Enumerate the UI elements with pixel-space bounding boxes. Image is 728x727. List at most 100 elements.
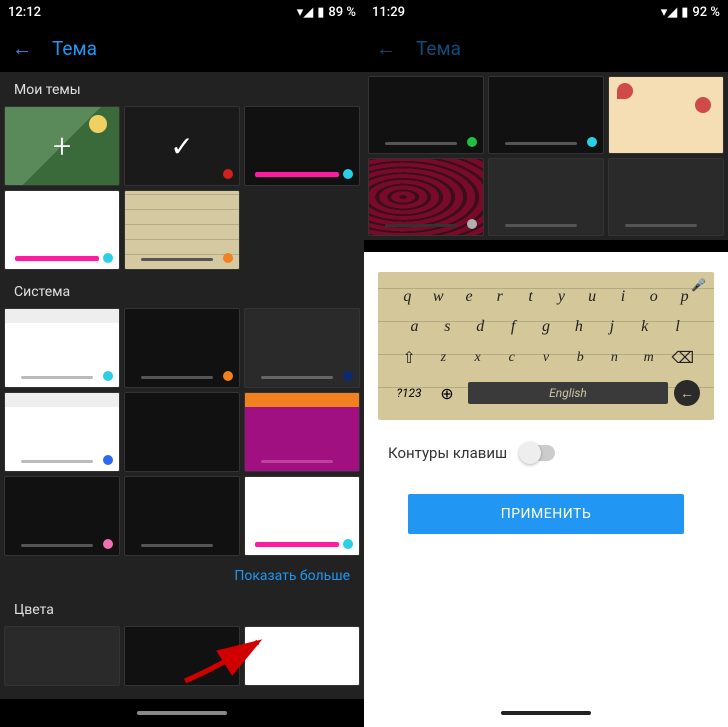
top-strip bbox=[5, 393, 119, 407]
accent-dot bbox=[103, 539, 113, 549]
section-my-themes: Мои темы bbox=[0, 72, 364, 106]
section-system: Система bbox=[0, 274, 364, 308]
accent-dot bbox=[223, 371, 233, 381]
key-o: o bbox=[638, 288, 669, 306]
battery-text: 92 % bbox=[692, 5, 720, 20]
accent-dot bbox=[223, 169, 233, 179]
theme-tile[interactable] bbox=[124, 190, 240, 270]
theme-tile-empty bbox=[244, 190, 360, 270]
battery-icon: ▮ bbox=[681, 5, 688, 20]
theme-grid-dimmed bbox=[364, 72, 728, 240]
back-icon[interactable]: ← bbox=[376, 36, 396, 61]
key-d: d bbox=[464, 318, 497, 336]
show-more-link[interactable]: Показать больше bbox=[0, 560, 364, 592]
theme-tile[interactable] bbox=[244, 308, 360, 388]
sun-icon bbox=[89, 115, 107, 133]
theme-tile[interactable] bbox=[244, 476, 360, 556]
accent-dot bbox=[103, 253, 113, 263]
theme-tile bbox=[608, 76, 724, 154]
kb-row-1: q w e r t y u i o p bbox=[388, 282, 704, 312]
theme-tile[interactable] bbox=[124, 626, 240, 686]
theme-tile bbox=[368, 76, 484, 154]
theme-tile[interactable] bbox=[244, 106, 360, 186]
kb-row-3: ⇧ z x c v b n m ⌫ bbox=[388, 342, 704, 374]
accent-dot bbox=[343, 371, 353, 381]
kb-row-4: ?123 ⊕ English ← bbox=[388, 374, 704, 412]
theme-tile[interactable] bbox=[4, 476, 120, 556]
theme-tile[interactable] bbox=[124, 308, 240, 388]
accent-dot bbox=[103, 455, 113, 465]
theme-tile[interactable] bbox=[124, 476, 240, 556]
page-title: Тема bbox=[416, 37, 461, 60]
key-z: z bbox=[426, 350, 460, 366]
theme-tile bbox=[488, 158, 604, 236]
key-borders-row: Контуры клавиш bbox=[378, 420, 714, 486]
key-v: v bbox=[529, 350, 563, 366]
globe-icon: ⊕ bbox=[432, 384, 462, 403]
theme-tile-selected[interactable]: ✓ bbox=[124, 106, 240, 186]
colors-grid bbox=[0, 626, 364, 690]
key-b: b bbox=[563, 350, 597, 366]
apply-button[interactable]: ПРИМЕНИТЬ bbox=[408, 494, 684, 534]
key-h: h bbox=[562, 318, 595, 336]
nav-pill[interactable] bbox=[501, 711, 591, 715]
nav-bar bbox=[364, 699, 728, 727]
theme-tile[interactable] bbox=[4, 392, 120, 472]
my-themes-grid: + ✓ bbox=[0, 106, 364, 274]
theme-tile[interactable] bbox=[4, 626, 120, 686]
accent-dot bbox=[587, 137, 597, 147]
accent-bar bbox=[141, 544, 213, 547]
add-theme-tile[interactable]: + bbox=[4, 106, 120, 186]
status-time: 12:12 bbox=[8, 5, 41, 20]
shift-icon: ⇧ bbox=[392, 348, 426, 368]
nav-pill[interactable] bbox=[137, 711, 227, 715]
key-a: a bbox=[398, 318, 431, 336]
theme-tile[interactable] bbox=[124, 392, 240, 472]
accent-bar bbox=[21, 460, 93, 463]
status-right: ▾◢ ▮ 89 % bbox=[297, 5, 356, 20]
page-title: Тема bbox=[52, 37, 97, 60]
app-bar: ← Тема bbox=[364, 24, 728, 72]
theme-tile[interactable] bbox=[4, 308, 120, 388]
key-s: s bbox=[431, 318, 464, 336]
status-right: ▾◢ ▮ 92 % bbox=[661, 5, 720, 20]
key-w: w bbox=[423, 288, 454, 306]
key-i: i bbox=[608, 288, 639, 306]
accent-bar bbox=[255, 172, 339, 177]
wifi-icon: ▾◢ bbox=[297, 5, 314, 20]
theme-scroll[interactable]: Мои темы + ✓ Система bbox=[0, 72, 364, 727]
back-icon[interactable]: ← bbox=[12, 36, 32, 61]
theme-tile[interactable] bbox=[4, 190, 120, 270]
key-y: y bbox=[546, 288, 577, 306]
accent-bar bbox=[625, 224, 697, 227]
key-g: g bbox=[530, 318, 563, 336]
status-time: 11:29 bbox=[372, 5, 405, 20]
app-bar: ← Тема bbox=[0, 24, 364, 72]
accent-bar bbox=[261, 376, 333, 379]
nav-bar bbox=[0, 699, 364, 727]
space-key: English bbox=[468, 382, 668, 404]
accent-dot bbox=[343, 539, 353, 549]
key-r: r bbox=[484, 288, 515, 306]
accent-bar bbox=[385, 224, 457, 227]
mic-icon: 🎤 bbox=[691, 278, 706, 292]
accent-dot bbox=[223, 253, 233, 263]
key-l: l bbox=[661, 318, 694, 336]
accent-bar bbox=[255, 542, 339, 547]
theme-tile[interactable] bbox=[244, 392, 360, 472]
top-strip bbox=[245, 393, 359, 407]
key-q: q bbox=[392, 288, 423, 306]
key-e: e bbox=[454, 288, 485, 306]
accent-bar bbox=[21, 376, 93, 379]
theme-tile[interactable] bbox=[244, 626, 360, 686]
top-strip bbox=[5, 309, 119, 323]
key-borders-toggle[interactable] bbox=[521, 445, 555, 461]
plus-icon: + bbox=[53, 127, 71, 165]
status-bar: 12:12 ▾◢ ▮ 89 % bbox=[0, 0, 364, 24]
check-icon: ✓ bbox=[170, 130, 193, 163]
theme-tile bbox=[368, 158, 484, 236]
battery-icon: ▮ bbox=[317, 5, 324, 20]
toggle-label: Контуры клавиш bbox=[388, 444, 507, 462]
accent-bar bbox=[261, 460, 333, 463]
accent-dot bbox=[343, 169, 353, 179]
